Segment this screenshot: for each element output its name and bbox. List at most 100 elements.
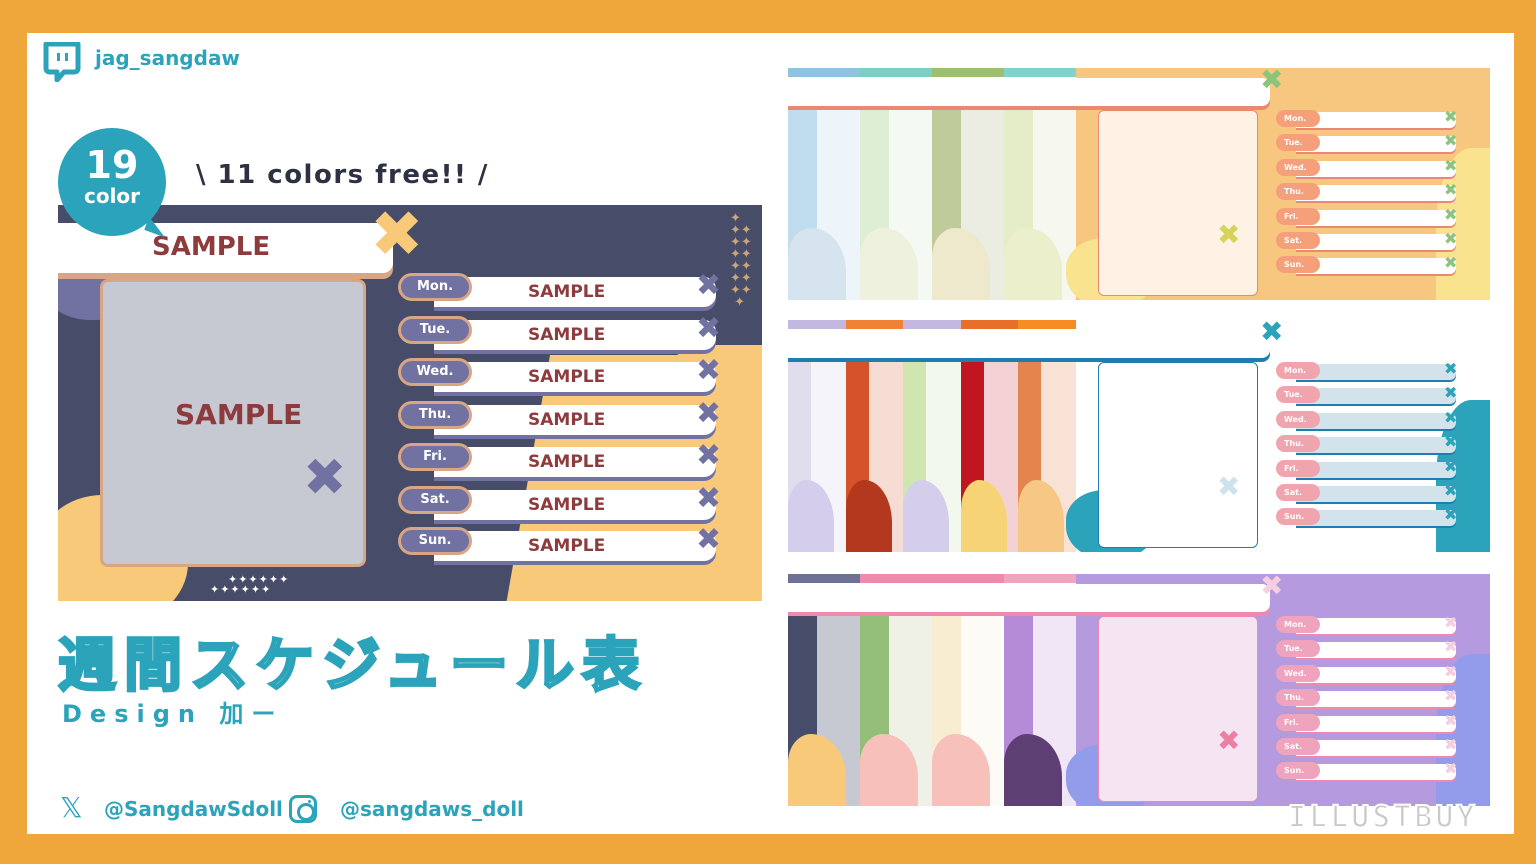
strip-top [1004,68,1076,77]
variant-day-entry [1296,618,1456,634]
strip-top [903,320,961,329]
strip-top [932,574,1004,583]
variant-day-row: Tue. ✖ [1276,131,1458,158]
day-row: Thu. SAMPLE ✖ [398,396,722,435]
variant-day-list: Mon. ✖ Tue. ✖ Wed. ✖ Thu. ✖ Fri. ✖ Sat. ✖ Sun. ✖ [1276,359,1458,533]
variant-day-entry [1296,160,1456,177]
strip-top [788,320,846,329]
variant-day-row: Sat. ✖ [1276,735,1457,762]
day-row: Tue. SAMPLE ✖ [398,311,722,350]
variant-day-row: Tue. ✖ [1276,637,1458,664]
cross-icon: ✖ [1444,637,1458,657]
cross-icon: ✖ [1217,470,1241,503]
instagram-handle[interactable]: @sangdaws_doll [340,797,524,821]
sparkle-decor: ✦ ✦✦ ✦✦ ✦✦ ✦✦ ✦✦ ✦✦ ✦ [730,211,752,310]
schedule-preview: SAMPLE ✖ SAMPLE ✖ Mon. SAMPLE ✖ Tue. SAMPLE ✖… [58,205,762,601]
variant-day-entry [1296,715,1456,732]
day-label: Tue. [398,316,472,344]
variant-day-entry [1296,461,1456,478]
variant-day-row: Sun. ✖ [1276,505,1457,532]
variant-day-entry [1296,388,1456,405]
cross-icon: ✖ [696,481,722,516]
variant-panel: ✖ ✖ Mon. ✖ Tue. ✖ Wed. ✖ Thu. ✖ Fri. ✖ Sat. ✖ Sun. ✖ [788,68,1490,300]
cross-icon: ✖ [1444,204,1458,224]
variant-day-label: Thu. [1276,689,1320,707]
day-entry: SAMPLE [434,405,716,435]
variant-day-label: Fri. [1276,713,1320,731]
variant-panel: ✖ ✖ Mon. ✖ Tue. ✖ Wed. ✖ Thu. ✖ Fri. ✖ Sat. ✖ Sun. ✖ [788,320,1490,552]
variant-day-label: Wed. [1276,410,1320,428]
variant-title-bar [788,78,1270,106]
preview-image-frame: SAMPLE ✖ [100,279,366,567]
cross-icon: ✖ [1444,759,1458,779]
variant-day-list: Mon. ✖ Tue. ✖ Wed. ✖ Thu. ✖ Fri. ✖ Sat. ✖ Sun. ✖ [1276,107,1458,281]
variant-day-label: Fri. [1276,459,1320,477]
day-row: Fri. SAMPLE ✖ [398,441,721,477]
variant-day-row: Wed. ✖ [1276,156,1457,183]
cross-icon: ✖ [370,205,424,272]
day-entry: SAMPLE [434,320,716,350]
cross-icon: ✖ [696,396,722,431]
color-count: 19 [85,143,139,187]
variant-day-entry [1296,485,1456,502]
cross-icon: ✖ [1444,686,1458,706]
variant-panel: ✖ ✖ Mon. ✖ Tue. ✖ Wed. ✖ Thu. ✖ Fri. ✖ Sat. ✖ Sun. ✖ [788,574,1490,806]
strip-top [860,574,932,583]
variant-day-label: Sat. [1276,483,1320,501]
variant-day-label: Sun. [1276,508,1320,526]
preview-title: SAMPLE [152,232,271,262]
day-entry-text: SAMPLE [528,495,606,515]
day-row: Mon. SAMPLE ✖ [398,271,721,307]
variant-day-label: Sat. [1276,231,1320,249]
day-entry: SAMPLE [434,277,716,307]
day-entry-text: SAMPLE [528,452,606,472]
day-label: Thu. [398,401,472,429]
variant-day-row: Thu. ✖ [1276,180,1457,207]
cross-icon: ✖ [696,311,722,346]
variant-day-label: Wed. [1276,664,1320,682]
variant-day-entry [1296,764,1456,781]
color-count-badge: 19 color [58,128,166,236]
day-label: Wed. [398,358,472,386]
cross-icon: ✖ [1444,131,1458,151]
variant-day-label: Tue. [1276,134,1320,152]
variant-day-row: Mon. ✖ [1276,613,1457,640]
variant-day-row: Sun. ✖ [1276,253,1457,280]
variant-day-entry [1296,233,1456,250]
variant-day-entry [1296,258,1456,275]
variant-day-entry [1296,666,1456,683]
x-logo-icon[interactable]: 𝕏 [60,794,83,822]
variant-day-row: Sat. ✖ [1276,228,1458,256]
day-entry: SAMPLE [434,447,716,477]
cross-icon: ✖ [1444,228,1458,248]
variant-day-label: Sun. [1276,256,1320,274]
cross-icon: ✖ [1444,407,1458,427]
day-entry-text: SAMPLE [528,410,606,430]
variant-image-frame: ✖ [1098,616,1258,802]
day-entry-text: SAMPLE [528,282,606,302]
variant-title-bar [788,330,1270,358]
twitch-handle[interactable]: jag_sangdaw [95,46,240,70]
variant-day-row: Sun. ✖ [1276,759,1458,786]
variant-day-entry [1296,112,1456,128]
cross-icon: ✖ [1444,432,1458,452]
watermark: ILLUSTBUY [1287,799,1478,836]
variant-day-entry [1296,437,1456,454]
variant-day-entry [1296,510,1456,527]
design-credit: Design 加ー [62,700,284,728]
day-entry: SAMPLE [434,362,716,392]
cross-icon: ✖ [1444,480,1458,500]
variant-day-entry [1296,412,1456,429]
variant-image-frame: ✖ [1098,362,1258,548]
variant-day-row: Fri. ✖ [1276,711,1457,738]
instagram-icon[interactable] [289,795,317,823]
strip-top [788,68,860,77]
dot-decor: ✦✦✦✦✦✦ ✦✦✦✦✦✦ [210,573,290,596]
variant-day-label: Mon. [1276,110,1320,127]
day-row: Sat. SAMPLE ✖ [398,481,722,520]
color-label: color [83,184,141,208]
x-handle[interactable]: @SangdawSdoll [104,797,283,821]
cross-icon: ✖ [303,448,347,508]
twitch-icon[interactable] [42,42,82,82]
cross-icon: ✖ [696,353,722,388]
